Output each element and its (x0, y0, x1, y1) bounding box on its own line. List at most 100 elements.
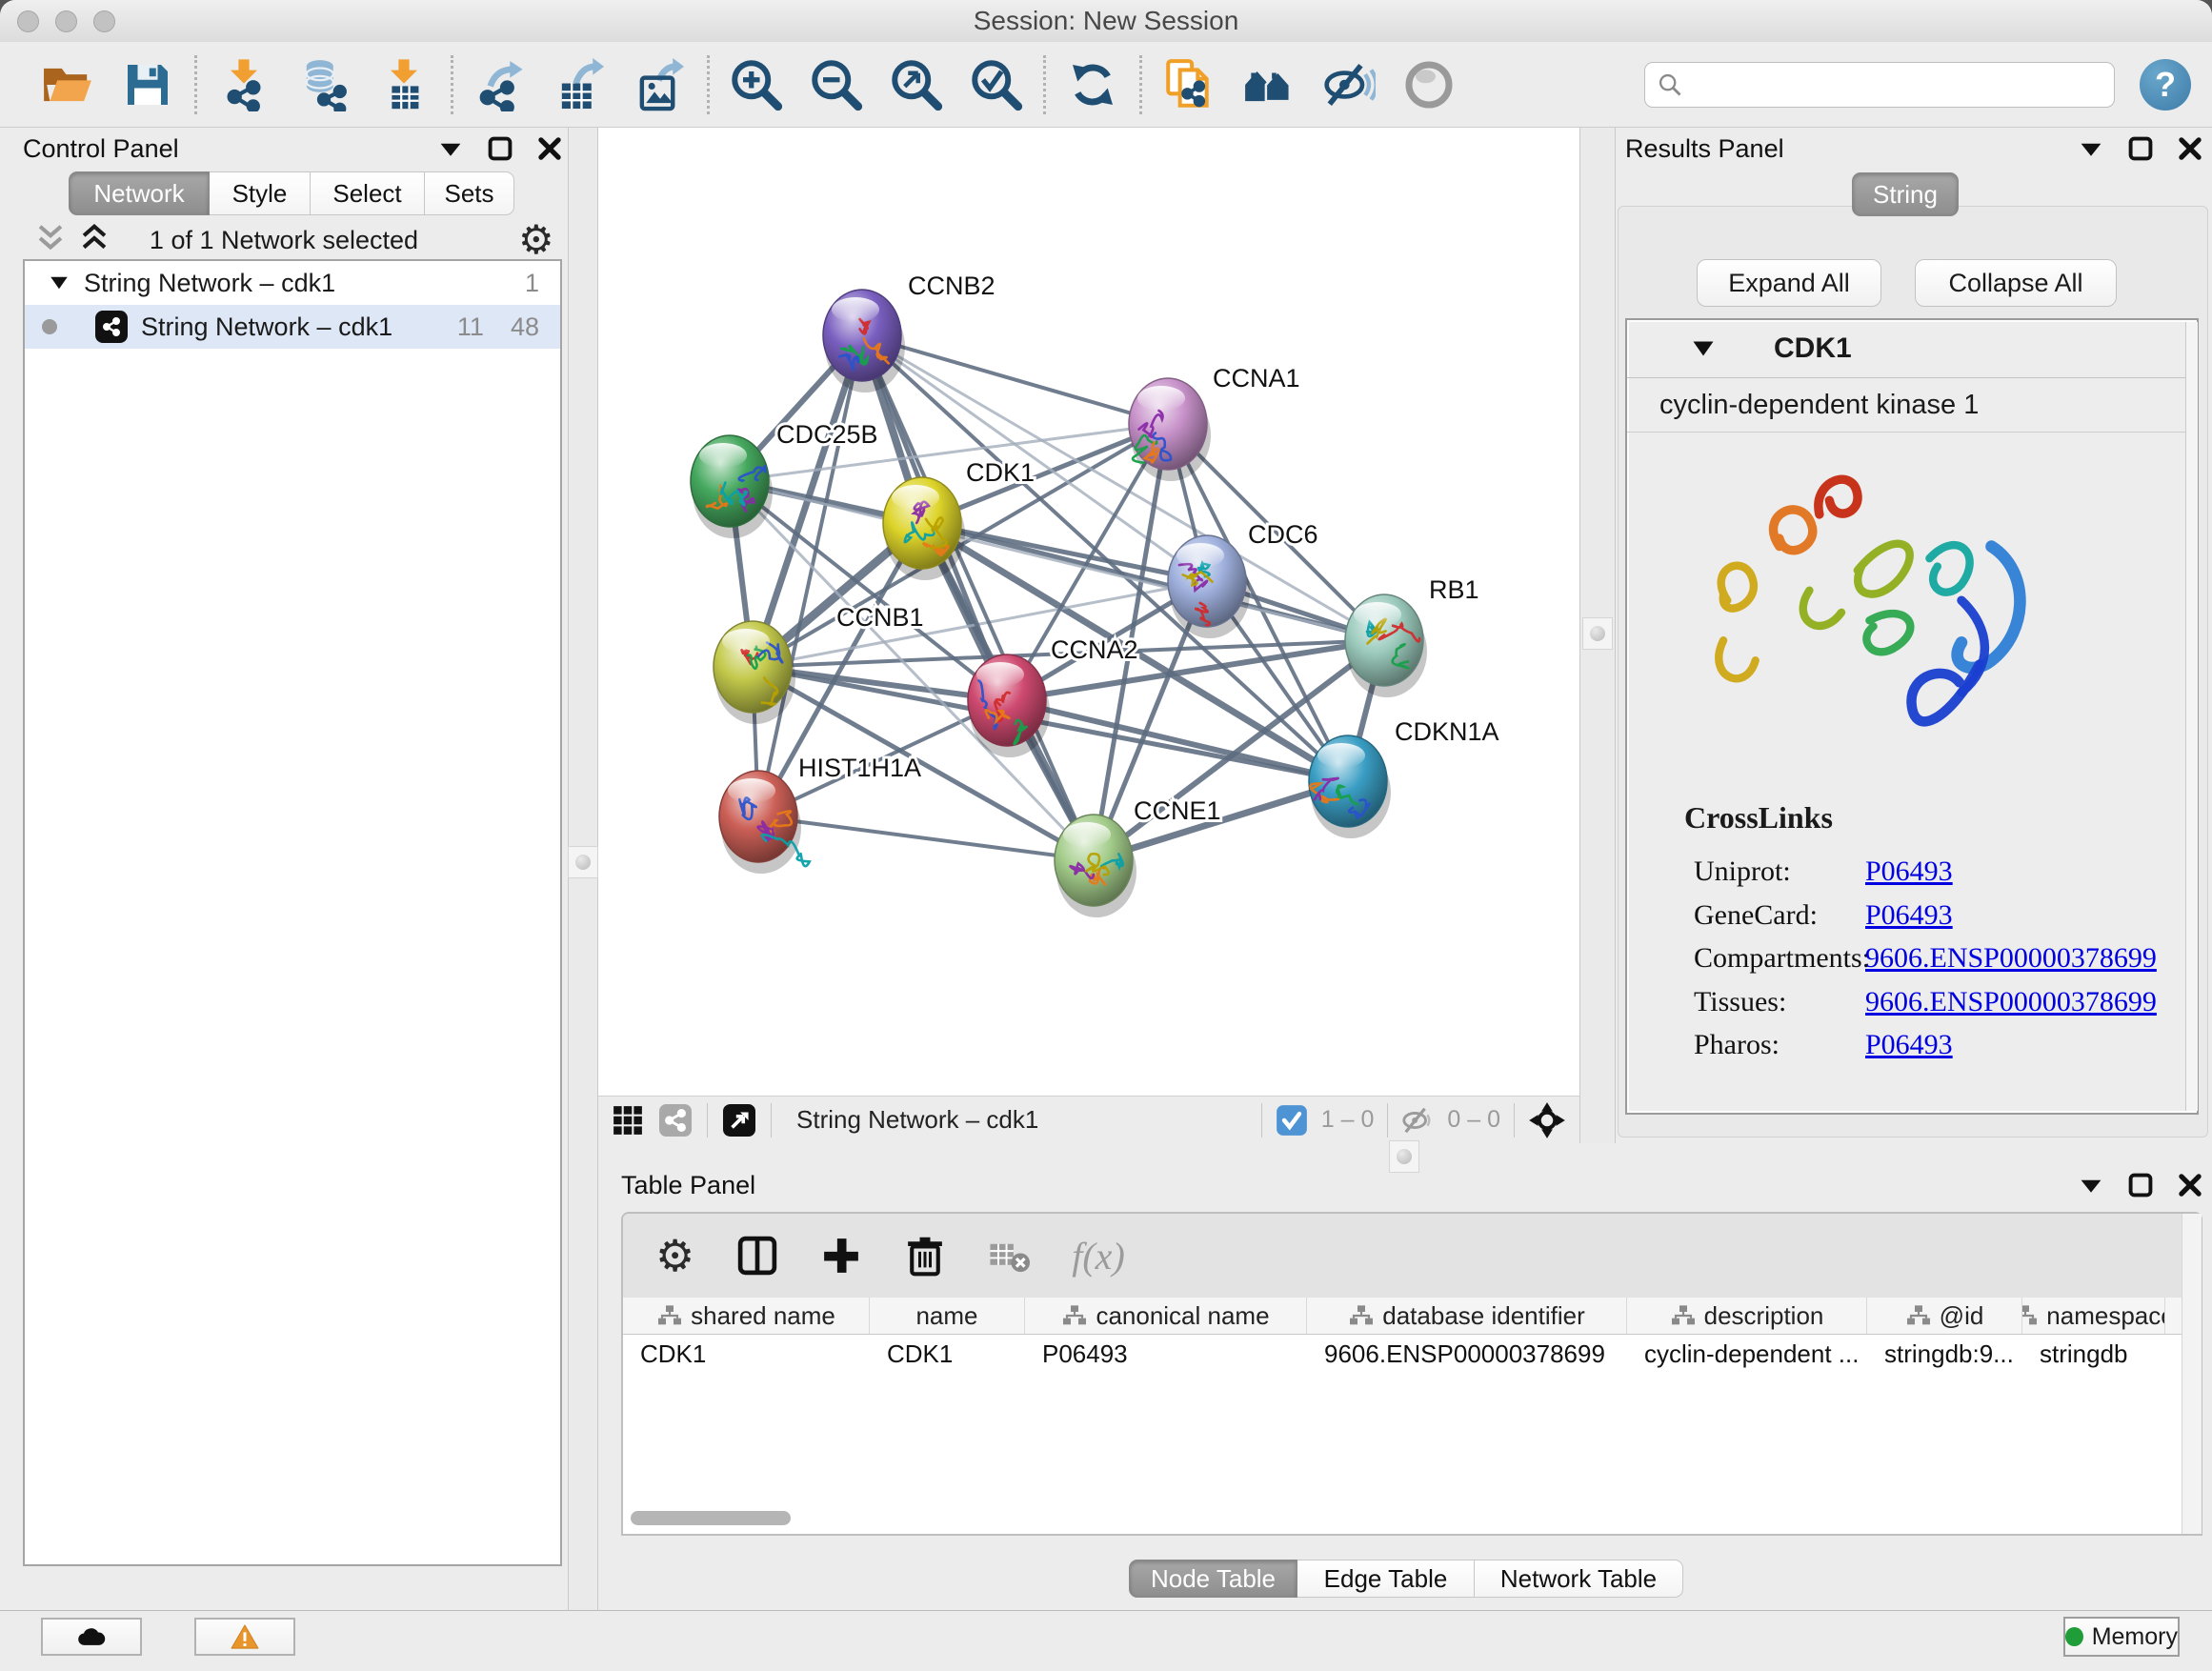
database-icon (297, 58, 351, 111)
table-vertical-scrollbar[interactable] (2182, 1214, 2202, 1534)
table-cell[interactable]: 9606.ENSP00000378699 (1307, 1335, 1627, 1373)
network-node-HIST1H1A[interactable] (719, 771, 810, 874)
import-table-button[interactable] (376, 57, 432, 112)
table-cell[interactable]: CDK1 (623, 1335, 870, 1373)
function-builder-button[interactable]: f(x) (1072, 1234, 1125, 1278)
network-canvas[interactable]: CCNB2CCNA1CDC25BCDK1CDC6RB1CCNB1CCNA2CDK… (598, 128, 1579, 1096)
protein-section-header[interactable]: CDK1 (1627, 320, 2197, 378)
tab-string[interactable]: String (1852, 172, 1959, 216)
show-view-button[interactable] (1401, 57, 1457, 112)
help-button[interactable]: ? (2140, 59, 2191, 111)
tab-select[interactable]: Select (311, 171, 425, 215)
network-node-CCNE1[interactable] (1055, 815, 1136, 917)
zoom-in-button[interactable] (729, 57, 784, 112)
refresh-button[interactable] (1065, 57, 1120, 112)
network-edge-CCNE1-HIST1H1A[interactable] (758, 816, 1094, 860)
network-options-gear-button[interactable]: ⚙ (518, 220, 554, 260)
close-panel-icon[interactable] (537, 136, 562, 161)
tab-sets[interactable]: Sets (425, 171, 514, 215)
network-row[interactable]: String Network – cdk1 11 48 (25, 305, 560, 349)
network-collection-row[interactable]: String Network – cdk1 1 (25, 261, 560, 305)
network-node-CCNA1[interactable] (1129, 378, 1211, 481)
hidden-toggle[interactable] (1401, 1104, 1434, 1137)
network-view-button[interactable] (659, 1104, 692, 1137)
panel-menu-icon[interactable] (2079, 1173, 2103, 1198)
table-cell[interactable]: P06493 (1025, 1335, 1307, 1373)
network-node-CDC6[interactable] (1168, 535, 1250, 638)
export-network-button[interactable] (473, 57, 528, 112)
crosslink-link[interactable]: P06493 (1865, 1029, 1953, 1061)
network-edge-CCNA2-CDKN1A[interactable] (1007, 700, 1348, 781)
tab-network[interactable]: Network (69, 171, 210, 215)
right-splitter-handle[interactable] (1582, 617, 1613, 650)
zoom-out-button[interactable] (809, 57, 864, 112)
close-panel-icon[interactable] (2178, 136, 2202, 161)
export-table-button[interactable] (553, 57, 608, 112)
float-panel-icon[interactable] (2128, 1173, 2153, 1198)
show-columns-button[interactable] (736, 1235, 778, 1277)
fit-content-button[interactable] (1528, 1101, 1566, 1139)
memory-button[interactable]: Memory (2063, 1617, 2180, 1657)
left-splitter-handle[interactable] (568, 846, 598, 878)
network-graph[interactable]: CCNB2CCNA1CDC25BCDK1CDC6RB1CCNB1CCNA2CDK… (598, 128, 1579, 1096)
tab-style[interactable]: Style (210, 171, 311, 215)
selected-checkbox[interactable] (1276, 1104, 1308, 1137)
copy-network-style-button[interactable] (1161, 57, 1217, 112)
table-options-gear-button[interactable]: ⚙ (655, 1234, 694, 1278)
crosslink-link[interactable]: 9606.ENSP00000378699 (1865, 942, 2157, 975)
column-header-database-identifier[interactable]: database identifier (1307, 1298, 1627, 1334)
tab-network-table[interactable]: Network Table (1475, 1560, 1683, 1598)
column-header-canonical-name[interactable]: canonical name (1025, 1298, 1307, 1334)
cloud-status-button[interactable] (41, 1618, 142, 1656)
crosslink-link[interactable]: P06493 (1865, 899, 1953, 932)
column-header-name[interactable]: name (870, 1298, 1025, 1334)
tab-node-table[interactable]: Node Table (1129, 1560, 1297, 1598)
grid-view-button[interactable] (612, 1104, 644, 1137)
delete-table-button[interactable] (988, 1235, 1030, 1277)
add-column-button[interactable] (820, 1235, 862, 1277)
network-node-CDKN1A[interactable] (1309, 735, 1391, 838)
search-field[interactable] (1644, 62, 2115, 108)
results-scrollbar[interactable] (2185, 322, 2198, 1111)
search-input[interactable] (1691, 69, 2102, 100)
table-horizontal-scrollbar[interactable] (631, 1511, 791, 1525)
tab-edge-table[interactable]: Edge Table (1297, 1560, 1475, 1598)
zoom-selected-button[interactable] (969, 57, 1024, 112)
table-cell[interactable]: stringdb (2022, 1335, 2165, 1373)
network-node-CCNB2[interactable] (823, 290, 905, 393)
float-panel-icon[interactable] (488, 136, 513, 161)
zoom-fit-button[interactable] (889, 57, 944, 112)
birdseye-view-button[interactable] (723, 1104, 755, 1137)
crosslink-link[interactable]: P06493 (1865, 856, 1953, 888)
table-cell[interactable]: cyclin-dependent ... (1627, 1335, 1867, 1373)
tree-expand-icon[interactable] (50, 275, 69, 291)
delete-column-button[interactable] (904, 1235, 946, 1277)
show-all-networks-button[interactable] (1241, 57, 1297, 112)
crosslink-link[interactable]: 9606.ENSP00000378699 (1865, 986, 2157, 1018)
column-header--id[interactable]: @id (1867, 1298, 2022, 1334)
table-row[interactable]: CDK1CDK1P064939606.ENSP00000378699cyclin… (623, 1335, 2201, 1373)
table-cell[interactable]: CDK1 (870, 1335, 1025, 1373)
expand-all-button[interactable]: Expand All (1697, 259, 1881, 307)
close-panel-icon[interactable] (2178, 1173, 2202, 1198)
panel-menu-icon[interactable] (438, 136, 463, 161)
warning-status-button[interactable] (194, 1618, 295, 1656)
network-node-CCNA2[interactable] (968, 654, 1050, 757)
network-node-RB1[interactable] (1345, 594, 1427, 697)
float-panel-icon[interactable] (2128, 136, 2153, 161)
open-session-button[interactable] (40, 57, 95, 112)
save-session-button[interactable] (120, 57, 175, 112)
collapse-all-button[interactable]: Collapse All (1915, 259, 2117, 307)
import-network-from-database-button[interactable] (296, 57, 352, 112)
hide-annotations-button[interactable] (1321, 57, 1377, 112)
network-edge-CCNB2-HIST1H1A[interactable] (758, 335, 862, 816)
import-network-button[interactable] (216, 57, 271, 112)
table-cell[interactable]: stringdb:9... (1867, 1335, 2022, 1373)
export-image-button[interactable] (633, 57, 688, 112)
column-header-namespace[interactable]: namespace (2022, 1298, 2165, 1334)
column-header-description[interactable]: description (1627, 1298, 1867, 1334)
collapse-section-icon[interactable] (1692, 340, 1715, 357)
column-header-shared-name[interactable]: shared name (623, 1298, 870, 1334)
panel-menu-icon[interactable] (2079, 136, 2103, 161)
network-node-CDK1[interactable] (883, 477, 965, 580)
